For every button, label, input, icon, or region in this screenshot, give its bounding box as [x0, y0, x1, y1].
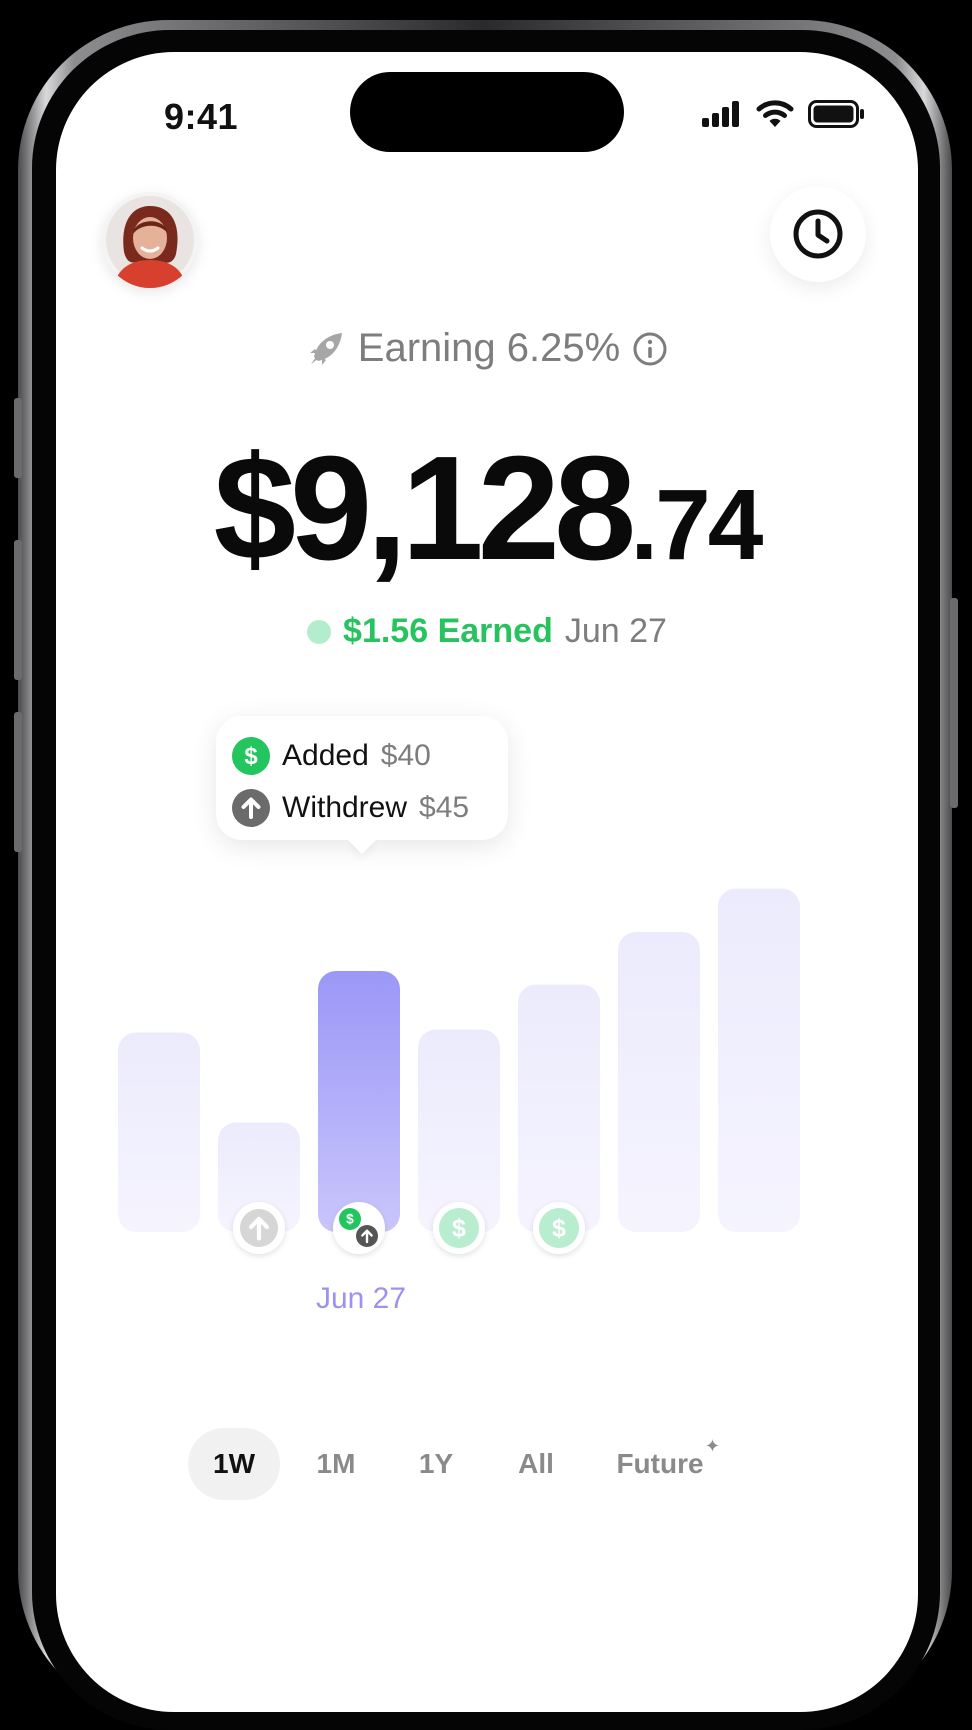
volume-down-button	[14, 712, 22, 852]
rocket-icon	[309, 332, 342, 365]
dollar-icon: $	[232, 737, 270, 775]
earned-amount: $1.56 Earned	[343, 612, 553, 650]
earning-label: Earning 6.25%	[357, 326, 621, 370]
arrow-up-icon	[232, 789, 270, 827]
status-icons	[702, 100, 866, 128]
balance-major: $9,128	[213, 426, 637, 591]
info-icon[interactable]	[632, 331, 668, 367]
arrow-up-icon	[240, 1209, 278, 1247]
chart-bar[interactable]	[118, 1032, 200, 1233]
sparkle-icon: ✦	[704, 1436, 720, 1456]
svg-text:$: $	[244, 743, 258, 770]
balance-minor: .74	[630, 469, 763, 581]
power-button	[950, 598, 958, 808]
history-button[interactable]	[770, 186, 866, 282]
tooltip-row-withdrew: Withdrew $45	[232, 782, 508, 834]
transaction-tooltip: $ Added $40 Withdrew $45	[216, 716, 508, 840]
volume-up-button	[14, 540, 22, 680]
tab-all-label: All	[518, 1448, 554, 1479]
tab-1w-label: 1W	[213, 1448, 255, 1479]
tab-future[interactable]: Future ✦	[614, 1428, 720, 1500]
signal-icon	[702, 101, 739, 127]
tooltip-added-value: $40	[380, 739, 431, 772]
earned-dot	[307, 619, 332, 644]
tab-all[interactable]: All	[492, 1428, 580, 1500]
chart-bar[interactable]	[418, 1029, 500, 1233]
dollar-icon: $	[439, 1208, 479, 1248]
dollar-icon: $	[539, 1208, 579, 1248]
dynamic-island	[350, 72, 624, 152]
chart-bar[interactable]	[618, 932, 700, 1232]
status-time: 9:41	[164, 96, 239, 137]
tooltip-withdrew-value: $45	[419, 791, 470, 824]
arrow-up-icon	[356, 1225, 378, 1247]
chart-bar[interactable]	[518, 984, 600, 1233]
earning-rate: Earning 6.25%	[56, 326, 918, 371]
user-avatar-icon	[106, 196, 194, 288]
tab-1y-label: 1Y	[418, 1448, 454, 1479]
clock-icon	[793, 209, 843, 259]
chart-bar[interactable]	[718, 888, 800, 1233]
earned-summary: $1.56 Earned Jun 27	[56, 612, 918, 651]
tab-1w[interactable]: 1W	[188, 1428, 280, 1500]
tab-future-label: Future	[616, 1448, 704, 1479]
app-screen: 9:41 Earning 6.25% $9,128.74 $1.56 Earne…	[56, 52, 918, 1712]
chart-bar-selected[interactable]	[318, 971, 400, 1232]
svg-text:$: $	[346, 1212, 354, 1227]
svg-text:$: $	[552, 1214, 566, 1242]
tab-1m-label: 1M	[316, 1448, 356, 1479]
tab-1y[interactable]: 1Y	[392, 1428, 480, 1500]
tooltip-added-label: Added	[282, 739, 369, 772]
wifi-icon	[756, 100, 794, 127]
battery-icon	[808, 100, 864, 128]
action-button	[14, 398, 22, 478]
selected-date-label: Jun 27	[315, 1282, 407, 1315]
avatar[interactable]	[102, 192, 198, 288]
dollar-icon: $	[339, 1208, 361, 1230]
svg-text:$: $	[452, 1214, 466, 1242]
combined-marker	[333, 1202, 385, 1254]
balance-amount: $9,128.74	[56, 424, 918, 594]
range-tabs: 1W 1M 1Y All Future ✦	[188, 1428, 720, 1500]
tab-1m[interactable]: 1M	[292, 1428, 380, 1500]
earned-date: Jun 27	[564, 612, 667, 650]
tooltip-row-added: $ Added $40	[232, 730, 508, 782]
tooltip-withdrew-label: Withdrew	[282, 791, 408, 824]
